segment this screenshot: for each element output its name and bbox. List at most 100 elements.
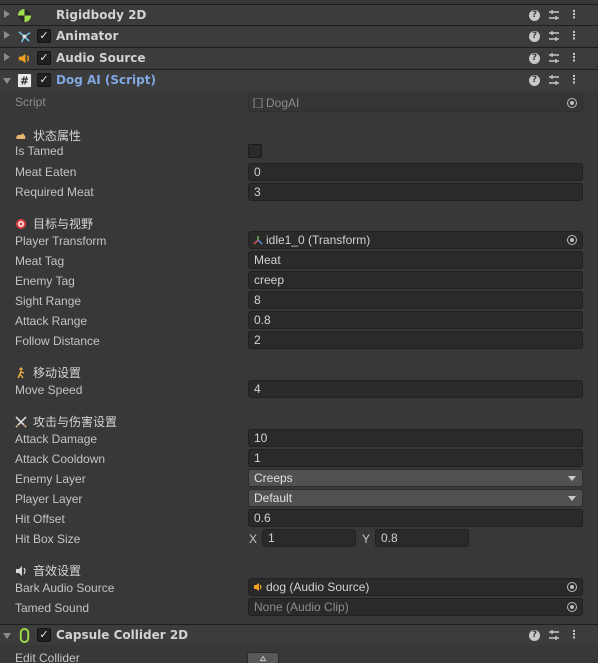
fold-arrow-icon[interactable] (4, 53, 10, 61)
help-icon[interactable]: ? (529, 31, 540, 42)
fold-arrow-icon[interactable] (4, 31, 10, 39)
transform-icon (253, 236, 263, 245)
help-icon[interactable]: ? (529, 10, 540, 21)
attack-damage-input[interactable]: 10 (248, 429, 583, 447)
help-icon[interactable]: ? (529, 75, 540, 86)
section-title: 移动设置 (33, 366, 82, 380)
object-picker-icon[interactable] (567, 602, 577, 612)
component-title: Capsule Collider 2D (56, 628, 189, 642)
section-attack: 攻击与伤害设置 (15, 413, 117, 430)
hit-box-size-label: Hit Box Size (15, 532, 81, 546)
preset-icon[interactable] (547, 628, 561, 642)
hit-offset-input[interactable]: 0.6 (248, 509, 583, 527)
enemy-layer-dropdown[interactable]: Creeps (248, 469, 583, 487)
preset-icon[interactable] (547, 8, 561, 22)
meat-eaten-label: Meat Eaten (15, 165, 77, 179)
object-picker-icon[interactable] (567, 582, 577, 592)
object-picker-icon[interactable] (567, 235, 577, 245)
section-title: 攻击与伤害设置 (33, 415, 118, 429)
more-options-icon[interactable]: ⋮ (567, 51, 581, 65)
meat-tag-input[interactable]: Meat (248, 251, 583, 269)
capsule-collider-icon (19, 628, 30, 643)
player-transform-value: idle1_0 (Transform) (266, 233, 371, 247)
help-icon[interactable]: ? (529, 53, 540, 64)
tamed-sound-value: None (Audio Clip) (254, 600, 349, 614)
bark-audio-source-label: Bark Audio Source (15, 581, 115, 595)
object-picker-icon[interactable] (567, 98, 577, 108)
edit-collider-label: Edit Collider (15, 651, 80, 663)
enemy-tag-input[interactable]: creep (248, 271, 583, 289)
hit-box-x-label: X (249, 532, 258, 546)
meat-eaten-input[interactable]: 0 (248, 163, 583, 181)
follow-distance-label: Follow Distance (15, 334, 100, 348)
hit-box-y-label: Y (362, 532, 371, 546)
component-header-rigidbody-2d[interactable]: Rigidbody 2D ? ⋮ (0, 4, 598, 25)
section-state: 状态属性 (15, 127, 81, 144)
script-field[interactable]: DogAI (248, 94, 583, 112)
player-transform-label: Player Transform (15, 234, 107, 248)
rigidbody-2d-icon (17, 8, 32, 23)
edit-collider-button[interactable] (247, 652, 279, 663)
more-options-icon[interactable]: ⋮ (567, 628, 581, 642)
tamed-sound-field[interactable]: None (Audio Clip) (248, 598, 583, 616)
enemy-layer-label: Enemy Layer (15, 472, 86, 486)
component-header-dog-ai[interactable]: # ✓ Dog AI (Script) ? ⋮ (0, 69, 598, 90)
required-meat-input[interactable]: 3 (248, 183, 583, 201)
script-label: Script (15, 95, 46, 109)
hit-box-y-input[interactable]: 0.8 (375, 529, 469, 547)
required-meat-label: Required Meat (15, 185, 94, 199)
tamed-sound-label: Tamed Sound (15, 601, 90, 615)
component-header-animator[interactable]: ✓ Animator ? ⋮ (0, 25, 598, 46)
component-title: Audio Source (56, 51, 146, 65)
edit-shape-icon (259, 655, 267, 662)
attack-range-label: Attack Range (15, 314, 88, 328)
help-icon[interactable]: ? (529, 630, 540, 641)
preset-icon[interactable] (547, 73, 561, 87)
more-options-icon[interactable]: ⋮ (567, 8, 581, 22)
speaker-icon (16, 565, 26, 576)
script-file-icon (253, 98, 263, 108)
fold-arrow-icon[interactable] (4, 10, 10, 18)
section-move: 移动设置 (15, 364, 81, 381)
hit-box-x-input[interactable]: 1 (262, 529, 356, 547)
sight-range-label: Sight Range (15, 294, 82, 308)
attack-cooldown-input[interactable]: 1 (248, 449, 583, 467)
target-icon (16, 218, 26, 229)
enable-checkbox[interactable]: ✓ (37, 29, 51, 43)
audio-source-icon (18, 53, 29, 64)
bark-audio-source-field[interactable]: dog (Audio Source) (248, 578, 583, 596)
component-header-audio-source[interactable]: ✓ Audio Source ? ⋮ (0, 47, 598, 68)
component-header-capsule-collider-2d[interactable]: ✓ Capsule Collider 2D ? ⋮ (0, 624, 598, 645)
enable-checkbox[interactable]: ✓ (37, 73, 51, 87)
is-tamed-label: Is Tamed (15, 144, 64, 158)
cat-icon (16, 132, 26, 139)
move-speed-input[interactable]: 4 (248, 380, 583, 398)
audio-source-icon (254, 583, 262, 591)
enable-checkbox[interactable]: ✓ (37, 51, 51, 65)
more-options-icon[interactable]: ⋮ (567, 29, 581, 43)
crossed-swords-icon (15, 415, 27, 428)
section-title: 状态属性 (33, 129, 82, 143)
fold-arrow-icon[interactable] (3, 633, 11, 639)
component-title: Dog AI (Script) (56, 73, 156, 87)
meat-tag-label: Meat Tag (15, 254, 65, 268)
enemy-tag-label: Enemy Tag (15, 274, 75, 288)
section-title: 音效设置 (33, 564, 82, 578)
fold-arrow-icon[interactable] (3, 78, 11, 84)
is-tamed-checkbox[interactable] (248, 144, 262, 158)
bark-audio-source-value: dog (Audio Source) (266, 580, 370, 594)
follow-distance-input[interactable]: 2 (248, 331, 583, 349)
component-title: Rigidbody 2D (56, 8, 147, 22)
sight-range-input[interactable]: 8 (248, 291, 583, 309)
player-layer-dropdown[interactable]: Default (248, 489, 583, 507)
animator-icon (18, 31, 31, 43)
preset-icon[interactable] (547, 29, 561, 43)
enable-checkbox[interactable]: ✓ (37, 628, 51, 642)
player-transform-field[interactable]: idle1_0 (Transform) (248, 231, 583, 249)
preset-icon[interactable] (547, 51, 561, 65)
attack-range-input[interactable]: 0.8 (248, 311, 583, 329)
attack-cooldown-label: Attack Cooldown (15, 452, 106, 466)
walking-icon (17, 367, 25, 378)
hit-offset-label: Hit Offset (15, 512, 65, 526)
more-options-icon[interactable]: ⋮ (567, 73, 581, 87)
